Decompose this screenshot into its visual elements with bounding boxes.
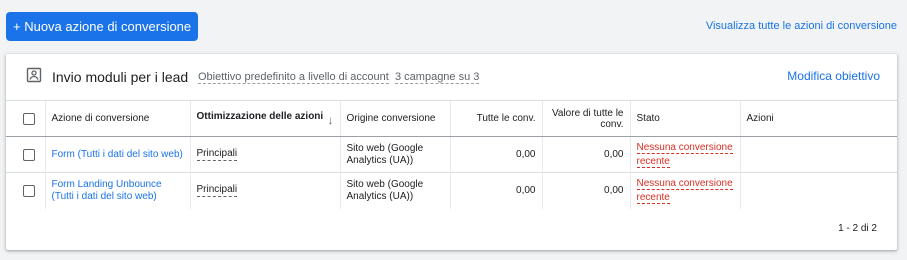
optimization-value[interactable]: Principali [196,148,238,161]
campaigns-count-label[interactable]: 3 campagne su 3 [395,71,480,84]
default-goal-label[interactable]: Obiettivo predefinito a livello di accou… [198,71,389,84]
actions-cell [739,136,897,173]
optimization-cell: Principali [189,172,340,209]
row-checkbox[interactable] [23,184,35,197]
conversion-actions-table: Azione di conversione ↓ Ottimizzazione de… [6,100,897,209]
origin-cell: Sito web (Google Analytics (UA)) [339,172,450,209]
optimization-cell: Principali [189,136,340,173]
row-select-cell [6,172,45,209]
card-title: Invio moduli per i lead [52,69,189,85]
conversion-action-link[interactable]: Form Landing Unbounce (Tutti i dati del … [44,172,190,209]
card-header: Invio moduli per i lead Obiettivo predef… [6,54,897,100]
header-all-value[interactable]: Valore di tutte le conv. [541,100,630,137]
edit-goal-button[interactable]: Modifica obiettivo [787,69,880,83]
form-icon [26,67,42,83]
row-select-cell [6,136,45,173]
optimization-value[interactable]: Principali [196,184,238,198]
select-all-checkbox[interactable] [23,112,35,125]
pagination-label: 1 - 2 di 2 [838,223,877,234]
new-conversion-action-button[interactable]: + Nuova azione di conversione [6,12,199,41]
status-line-1: Nessuna conversione [636,141,733,154]
table-row: Form (Tutti i dati del sito web) Princip… [6,136,897,173]
arrow-down-icon: ↓ [327,112,334,127]
row-checkbox[interactable] [23,148,35,161]
all-value-cell: 0,00 [541,172,630,209]
status-line-2: recente [636,155,670,168]
status-cell[interactable]: Nessuna conversione recente [629,172,740,209]
conversion-goal-card: Invio moduli per i lead Obiettivo predef… [6,54,897,250]
select-all-cell [6,100,45,137]
header-action[interactable]: Azione di conversione [44,100,190,137]
all-conv-cell: 0,00 [449,172,542,209]
header-status[interactable]: Stato [629,100,740,137]
header-actions: Azioni [739,100,897,137]
status-line-1: Nessuna conversione [636,177,733,190]
header-optimization-label: Ottimizzazione delle azioni [196,110,324,122]
origin-cell: Sito web (Google Analytics (UA)) [339,136,450,173]
header-all-conv[interactable]: Tutte le conv. [449,100,542,137]
table-header-row: Azione di conversione ↓ Ottimizzazione de… [6,100,897,137]
actions-cell [739,172,897,209]
status-cell[interactable]: Nessuna conversione recente [629,136,740,173]
table-row: Form Landing Unbounce (Tutti i dati del … [6,172,897,209]
all-value-cell: 0,00 [541,136,630,173]
header-origin[interactable]: Origine conversione [339,100,450,137]
view-all-conversion-actions-link[interactable]: Visualizza tutte le azioni di conversion… [706,20,897,32]
status-line-2: recente [636,191,670,204]
conversion-action-link[interactable]: Form (Tutti i dati del sito web) [44,136,190,173]
header-optimization[interactable]: ↓ Ottimizzazione delle azioni [189,100,340,137]
all-conv-cell: 0,00 [449,136,542,173]
